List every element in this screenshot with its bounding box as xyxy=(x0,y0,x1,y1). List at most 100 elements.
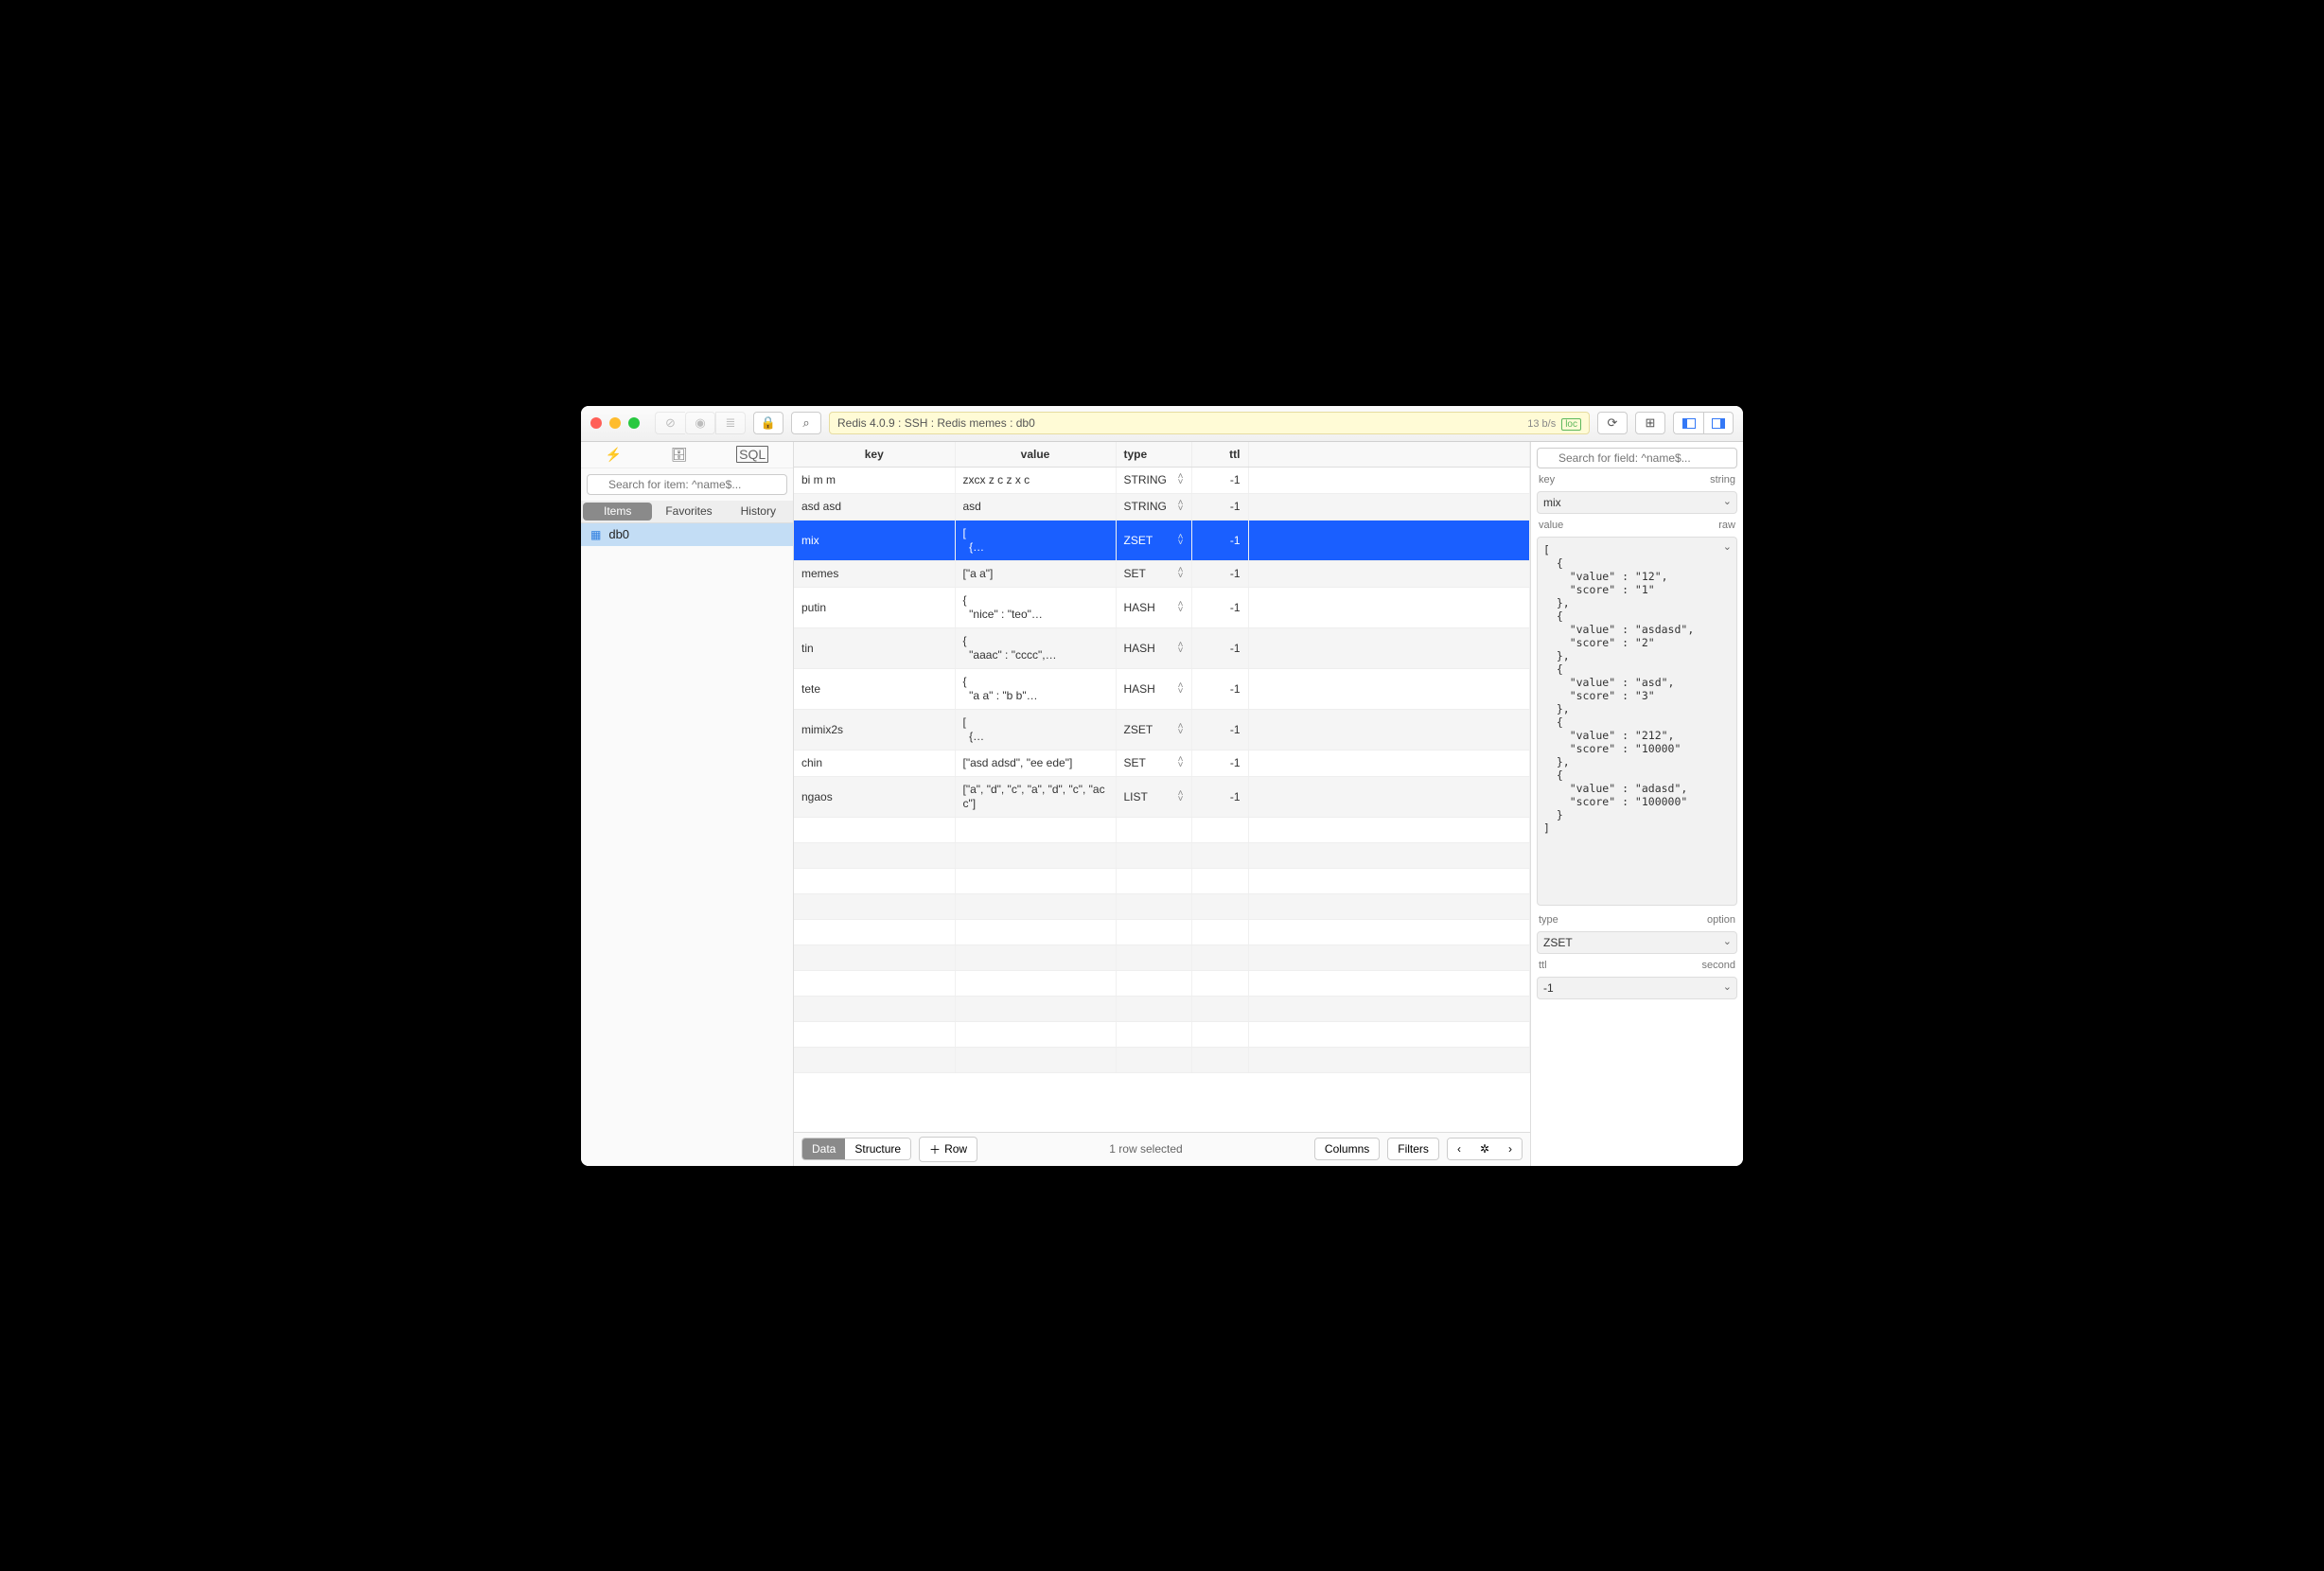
insp-key-field[interactable] xyxy=(1537,491,1737,514)
cell-ttl: -1 xyxy=(1191,467,1248,493)
prev-page-button[interactable]: ‹ xyxy=(1448,1139,1470,1159)
plug-icon[interactable]: ⚡ xyxy=(606,447,622,463)
tab-history[interactable]: History xyxy=(724,503,793,521)
cell-key: putin xyxy=(794,587,955,627)
database-icon[interactable]: 🗄 xyxy=(671,447,688,463)
titlebar: ⊘ ◉ ≣ 🔒 ⌕ Redis 4.0.9 : SSH : Redis meme… xyxy=(581,406,1743,442)
sidebar-item-db0[interactable]: ▦ db0 xyxy=(581,523,793,546)
cell-type: SET˄˅ xyxy=(1116,750,1191,776)
add-row-button[interactable]: ＋Row xyxy=(919,1137,977,1162)
seg-structure[interactable]: Structure xyxy=(845,1139,910,1159)
minimize-icon[interactable] xyxy=(609,417,621,429)
col-ttl[interactable]: ttl xyxy=(1191,442,1248,468)
table-row[interactable]: asd asdasdSTRING˄˅-1 xyxy=(794,493,1530,520)
filters-button[interactable]: Filters xyxy=(1387,1138,1439,1160)
preview-button[interactable]: ◉ xyxy=(685,412,715,434)
table-row[interactable] xyxy=(794,970,1530,996)
inspector-search-input[interactable] xyxy=(1537,448,1737,468)
table-row[interactable]: putin{ "nice" : "teo"…HASH˄˅-1 xyxy=(794,587,1530,627)
grid-button[interactable]: ⊞ xyxy=(1635,412,1665,434)
cell-key: memes xyxy=(794,560,955,587)
cell-spacer xyxy=(1248,520,1530,560)
cell-ttl: -1 xyxy=(1191,668,1248,709)
tab-favorites[interactable]: Favorites xyxy=(654,503,723,521)
sidebar-tabs: Items Favorites History xyxy=(581,501,793,523)
stepper-icon[interactable]: ˄˅ xyxy=(1178,568,1184,579)
sql-icon[interactable]: SQL xyxy=(736,446,768,463)
insp-type-type: option xyxy=(1707,914,1735,926)
cell-key: bi m m xyxy=(794,467,955,493)
insp-type-field[interactable] xyxy=(1537,931,1737,954)
stepper-icon[interactable]: ˄˅ xyxy=(1178,501,1184,512)
stepper-icon[interactable]: ˄˅ xyxy=(1178,474,1184,485)
stepper-icon[interactable]: ˄˅ xyxy=(1178,535,1184,546)
stepper-icon[interactable]: ˄˅ xyxy=(1178,724,1184,735)
cell-spacer xyxy=(1248,776,1530,817)
cell-spacer xyxy=(1248,750,1530,776)
cell-value: [ {… xyxy=(955,520,1116,560)
table-row[interactable]: mix[ {…ZSET˄˅-1 xyxy=(794,520,1530,560)
settings-button[interactable]: ✲ xyxy=(1470,1139,1499,1159)
table-row[interactable]: bi m mzxcx z c z x cSTRING˄˅-1 xyxy=(794,467,1530,493)
chevron-right-icon: › xyxy=(1508,1142,1512,1156)
table-row[interactable] xyxy=(794,893,1530,919)
seg-data[interactable]: Data xyxy=(802,1139,845,1159)
columns-button[interactable]: Columns xyxy=(1314,1138,1380,1160)
insp-ttl-field[interactable] xyxy=(1537,977,1737,999)
stepper-icon[interactable]: ˄˅ xyxy=(1178,643,1184,654)
table-row[interactable] xyxy=(794,868,1530,893)
lock-button[interactable]: 🔒 xyxy=(753,412,783,434)
stepper-icon[interactable]: ˄˅ xyxy=(1178,791,1184,803)
cell-ttl: -1 xyxy=(1191,493,1248,520)
cell-key: tete xyxy=(794,668,955,709)
chevron-down-icon[interactable]: ⌄ xyxy=(1723,540,1732,553)
col-type[interactable]: type xyxy=(1116,442,1191,468)
table-row[interactable] xyxy=(794,842,1530,868)
toggle-left-panel[interactable] xyxy=(1673,412,1703,434)
stepper-icon[interactable]: ˄˅ xyxy=(1178,602,1184,613)
chevron-down-icon[interactable]: ⌄ xyxy=(1723,980,1732,993)
table-row[interactable]: tin{ "aaac" : "cccc",…HASH˄˅-1 xyxy=(794,627,1530,668)
reload-button[interactable]: ⟳ xyxy=(1597,412,1628,434)
tab-items[interactable]: Items xyxy=(583,503,652,521)
table-row[interactable] xyxy=(794,817,1530,842)
table-row[interactable] xyxy=(794,944,1530,970)
cell-spacer xyxy=(1248,627,1530,668)
stepper-icon[interactable]: ˄˅ xyxy=(1178,757,1184,768)
sidebar-search-input[interactable] xyxy=(587,474,787,495)
cell-value: ["asd adsd", "ee ede"] xyxy=(955,750,1116,776)
traffic-lights xyxy=(590,417,640,429)
stepper-icon[interactable]: ˄˅ xyxy=(1178,683,1184,695)
zoom-icon[interactable] xyxy=(628,417,640,429)
cell-spacer xyxy=(1248,587,1530,627)
close-icon[interactable] xyxy=(590,417,602,429)
col-value[interactable]: value xyxy=(955,442,1116,468)
sidebar: ⚡ 🗄 SQL Items Favorites History ▦ db0 xyxy=(581,442,794,1166)
bps-label: 13 b/s xyxy=(1527,418,1556,430)
plus-icon: ＋ xyxy=(929,1141,941,1157)
table-row[interactable] xyxy=(794,919,1530,944)
table-row[interactable] xyxy=(794,996,1530,1021)
table-row[interactable] xyxy=(794,1047,1530,1072)
search-icon: ⌕ xyxy=(802,415,809,431)
search-button[interactable]: ⌕ xyxy=(791,412,821,434)
col-key[interactable]: key xyxy=(794,442,955,468)
table-row[interactable]: chin["asd adsd", "ee ede"]SET˄˅-1 xyxy=(794,750,1530,776)
table-row[interactable]: mimix2s[ {…ZSET˄˅-1 xyxy=(794,709,1530,750)
cell-spacer xyxy=(1248,560,1530,587)
table-row[interactable] xyxy=(794,1021,1530,1047)
toggle-right-panel[interactable] xyxy=(1703,412,1734,434)
cell-type: STRING˄˅ xyxy=(1116,467,1191,493)
table-row[interactable]: ngaos["a", "d", "c", "a", "d", "c", "ac … xyxy=(794,776,1530,817)
cancel-button[interactable]: ⊘ xyxy=(655,412,685,434)
right-panel-icon xyxy=(1712,418,1725,429)
chevron-down-icon[interactable]: ⌄ xyxy=(1723,495,1732,507)
chevron-down-icon[interactable]: ⌄ xyxy=(1723,935,1732,947)
data-table: key value type ttl bi m mzxcx z c z x cS… xyxy=(794,442,1530,1073)
next-page-button[interactable]: › xyxy=(1499,1139,1522,1159)
cell-type: HASH˄˅ xyxy=(1116,587,1191,627)
list-button[interactable]: ≣ xyxy=(715,412,746,434)
insp-value-field[interactable]: [ { "value" : "12", "score" : "1" }, { "… xyxy=(1537,537,1737,906)
table-row[interactable]: tete{ "a a" : "b b"…HASH˄˅-1 xyxy=(794,668,1530,709)
table-row[interactable]: memes["a a"]SET˄˅-1 xyxy=(794,560,1530,587)
